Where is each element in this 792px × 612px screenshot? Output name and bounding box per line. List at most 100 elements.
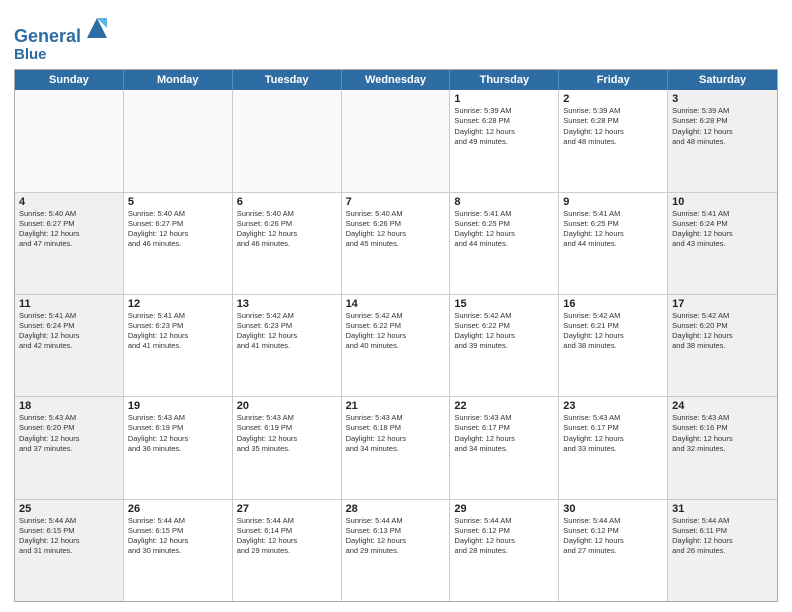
page: General Blue SundayMondayTuesdayWednesda… <box>0 0 792 612</box>
day-cell: 1Sunrise: 5:39 AM Sunset: 6:28 PM Daylig… <box>450 90 559 191</box>
day-cell: 19Sunrise: 5:43 AM Sunset: 6:19 PM Dayli… <box>124 397 233 498</box>
calendar-header-cell: Monday <box>124 70 233 90</box>
day-info: Sunrise: 5:42 AM Sunset: 6:22 PM Dayligh… <box>454 311 554 352</box>
header: General Blue <box>14 10 778 63</box>
calendar-row: 18Sunrise: 5:43 AM Sunset: 6:20 PM Dayli… <box>15 397 777 499</box>
day-cell: 20Sunrise: 5:43 AM Sunset: 6:19 PM Dayli… <box>233 397 342 498</box>
day-cell: 3Sunrise: 5:39 AM Sunset: 6:28 PM Daylig… <box>668 90 777 191</box>
empty-cell <box>15 90 124 191</box>
day-info: Sunrise: 5:42 AM Sunset: 6:23 PM Dayligh… <box>237 311 337 352</box>
day-cell: 13Sunrise: 5:42 AM Sunset: 6:23 PM Dayli… <box>233 295 342 396</box>
day-info: Sunrise: 5:44 AM Sunset: 6:14 PM Dayligh… <box>237 516 337 557</box>
day-info: Sunrise: 5:44 AM Sunset: 6:12 PM Dayligh… <box>454 516 554 557</box>
day-cell: 26Sunrise: 5:44 AM Sunset: 6:15 PM Dayli… <box>124 500 233 601</box>
day-info: Sunrise: 5:39 AM Sunset: 6:28 PM Dayligh… <box>672 106 773 147</box>
day-cell: 8Sunrise: 5:41 AM Sunset: 6:25 PM Daylig… <box>450 193 559 294</box>
day-number: 26 <box>128 503 228 515</box>
day-cell: 4Sunrise: 5:40 AM Sunset: 6:27 PM Daylig… <box>15 193 124 294</box>
day-number: 25 <box>19 503 119 515</box>
calendar-row: 25Sunrise: 5:44 AM Sunset: 6:15 PM Dayli… <box>15 500 777 601</box>
calendar-header-cell: Saturday <box>668 70 777 90</box>
day-cell: 5Sunrise: 5:40 AM Sunset: 6:27 PM Daylig… <box>124 193 233 294</box>
logo-text: General <box>14 14 111 47</box>
logo: General Blue <box>14 14 111 63</box>
day-cell: 16Sunrise: 5:42 AM Sunset: 6:21 PM Dayli… <box>559 295 668 396</box>
day-info: Sunrise: 5:40 AM Sunset: 6:26 PM Dayligh… <box>237 209 337 250</box>
day-info: Sunrise: 5:41 AM Sunset: 6:24 PM Dayligh… <box>19 311 119 352</box>
day-number: 17 <box>672 298 773 310</box>
calendar-body: 1 Sunrise: 5:39 AM Sunset: 6:28 PM Daylig… <box>15 90 777 601</box>
day-number: 8 <box>454 196 554 208</box>
day-info: Sunrise: 5:44 AM Sunset: 6:15 PM Dayligh… <box>128 516 228 557</box>
day-cell: 27Sunrise: 5:44 AM Sunset: 6:14 PM Dayli… <box>233 500 342 601</box>
day-number: 30 <box>563 503 663 515</box>
day-info: Sunrise: 5:42 AM Sunset: 6:20 PM Dayligh… <box>672 311 773 352</box>
day-number: 19 <box>128 400 228 412</box>
day-number: 27 <box>237 503 337 515</box>
day-info: Sunrise: 5:42 AM Sunset: 6:21 PM Dayligh… <box>563 311 663 352</box>
day-number: 20 <box>237 400 337 412</box>
day-cell: 18Sunrise: 5:43 AM Sunset: 6:20 PM Dayli… <box>15 397 124 498</box>
day-number: 29 <box>454 503 554 515</box>
day-number: 28 <box>346 503 446 515</box>
day-cell: 9Sunrise: 5:41 AM Sunset: 6:25 PM Daylig… <box>559 193 668 294</box>
day-info: Sunrise: 5:44 AM Sunset: 6:15 PM Dayligh… <box>19 516 119 557</box>
day-info: Sunrise: 5:43 AM Sunset: 6:18 PM Dayligh… <box>346 413 446 454</box>
day-info: Sunrise: 5:43 AM Sunset: 6:19 PM Dayligh… <box>237 413 337 454</box>
day-info: Sunrise: 5:44 AM Sunset: 6:12 PM Dayligh… <box>563 516 663 557</box>
day-info: Sunrise: 5:43 AM Sunset: 6:20 PM Dayligh… <box>19 413 119 454</box>
day-cell: 21Sunrise: 5:43 AM Sunset: 6:18 PM Dayli… <box>342 397 451 498</box>
day-info: Sunrise: 5:44 AM Sunset: 6:11 PM Dayligh… <box>672 516 773 557</box>
day-number: 21 <box>346 400 446 412</box>
day-number: 13 <box>237 298 337 310</box>
day-cell: 24Sunrise: 5:43 AM Sunset: 6:16 PM Dayli… <box>668 397 777 498</box>
day-info: Sunrise: 5:44 AM Sunset: 6:13 PM Dayligh… <box>346 516 446 557</box>
day-number: 24 <box>672 400 773 412</box>
day-cell: 30Sunrise: 5:44 AM Sunset: 6:12 PM Dayli… <box>559 500 668 601</box>
calendar-row: 1 Sunrise: 5:39 AM Sunset: 6:28 PM Daylig… <box>15 90 777 192</box>
day-info: Sunrise: 5:41 AM Sunset: 6:24 PM Dayligh… <box>672 209 773 250</box>
calendar-header-cell: Tuesday <box>233 70 342 90</box>
day-number: 5 <box>128 196 228 208</box>
day-number: 6 <box>237 196 337 208</box>
calendar: SundayMondayTuesdayWednesdayThursdayFrid… <box>14 69 778 602</box>
day-cell: 28Sunrise: 5:44 AM Sunset: 6:13 PM Dayli… <box>342 500 451 601</box>
day-number: 15 <box>454 298 554 310</box>
calendar-header: SundayMondayTuesdayWednesdayThursdayFrid… <box>15 70 777 90</box>
day-number: 31 <box>672 503 773 515</box>
day-info: Sunrise: 5:40 AM Sunset: 6:27 PM Dayligh… <box>19 209 119 250</box>
day-info: Sunrise: 5:43 AM Sunset: 6:17 PM Dayligh… <box>563 413 663 454</box>
day-info: Sunrise: 5:39 AM Sunset: 6:28 PM Dayligh… <box>563 106 663 147</box>
day-number: 3 <box>672 93 773 105</box>
day-cell: 25Sunrise: 5:44 AM Sunset: 6:15 PM Dayli… <box>15 500 124 601</box>
day-cell: 15Sunrise: 5:42 AM Sunset: 6:22 PM Dayli… <box>450 295 559 396</box>
day-number: 4 <box>19 196 119 208</box>
logo-icon <box>83 14 111 42</box>
day-cell: 6Sunrise: 5:40 AM Sunset: 6:26 PM Daylig… <box>233 193 342 294</box>
day-info: Sunrise: 5:41 AM Sunset: 6:23 PM Dayligh… <box>128 311 228 352</box>
calendar-row: 4Sunrise: 5:40 AM Sunset: 6:27 PM Daylig… <box>15 193 777 295</box>
calendar-header-cell: Wednesday <box>342 70 451 90</box>
day-number: 22 <box>454 400 554 412</box>
day-info: Sunrise: 5:42 AM Sunset: 6:22 PM Dayligh… <box>346 311 446 352</box>
day-number: 11 <box>19 298 119 310</box>
day-info: Sunrise: 5:43 AM Sunset: 6:17 PM Dayligh… <box>454 413 554 454</box>
day-info: Sunrise: 5:43 AM Sunset: 6:19 PM Dayligh… <box>128 413 228 454</box>
day-cell: 31Sunrise: 5:44 AM Sunset: 6:11 PM Dayli… <box>668 500 777 601</box>
day-cell: 2Sunrise: 5:39 AM Sunset: 6:28 PM Daylig… <box>559 90 668 191</box>
day-info: Sunrise: 5:41 AM Sunset: 6:25 PM Dayligh… <box>563 209 663 250</box>
day-number: 14 <box>346 298 446 310</box>
day-number: 16 <box>563 298 663 310</box>
day-number: 10 <box>672 196 773 208</box>
day-cell: 29Sunrise: 5:44 AM Sunset: 6:12 PM Dayli… <box>450 500 559 601</box>
logo-general: General <box>14 26 81 46</box>
calendar-header-cell: Friday <box>559 70 668 90</box>
day-number: 1 <box>454 93 554 105</box>
calendar-header-cell: Sunday <box>15 70 124 90</box>
empty-cell <box>233 90 342 191</box>
logo-blue: Blue <box>14 47 111 64</box>
day-number: 2 <box>563 93 663 105</box>
empty-cell <box>342 90 451 191</box>
day-info: Sunrise: 5:40 AM Sunset: 6:26 PM Dayligh… <box>346 209 446 250</box>
day-info: Sunrise: 5:41 AM Sunset: 6:25 PM Dayligh… <box>454 209 554 250</box>
